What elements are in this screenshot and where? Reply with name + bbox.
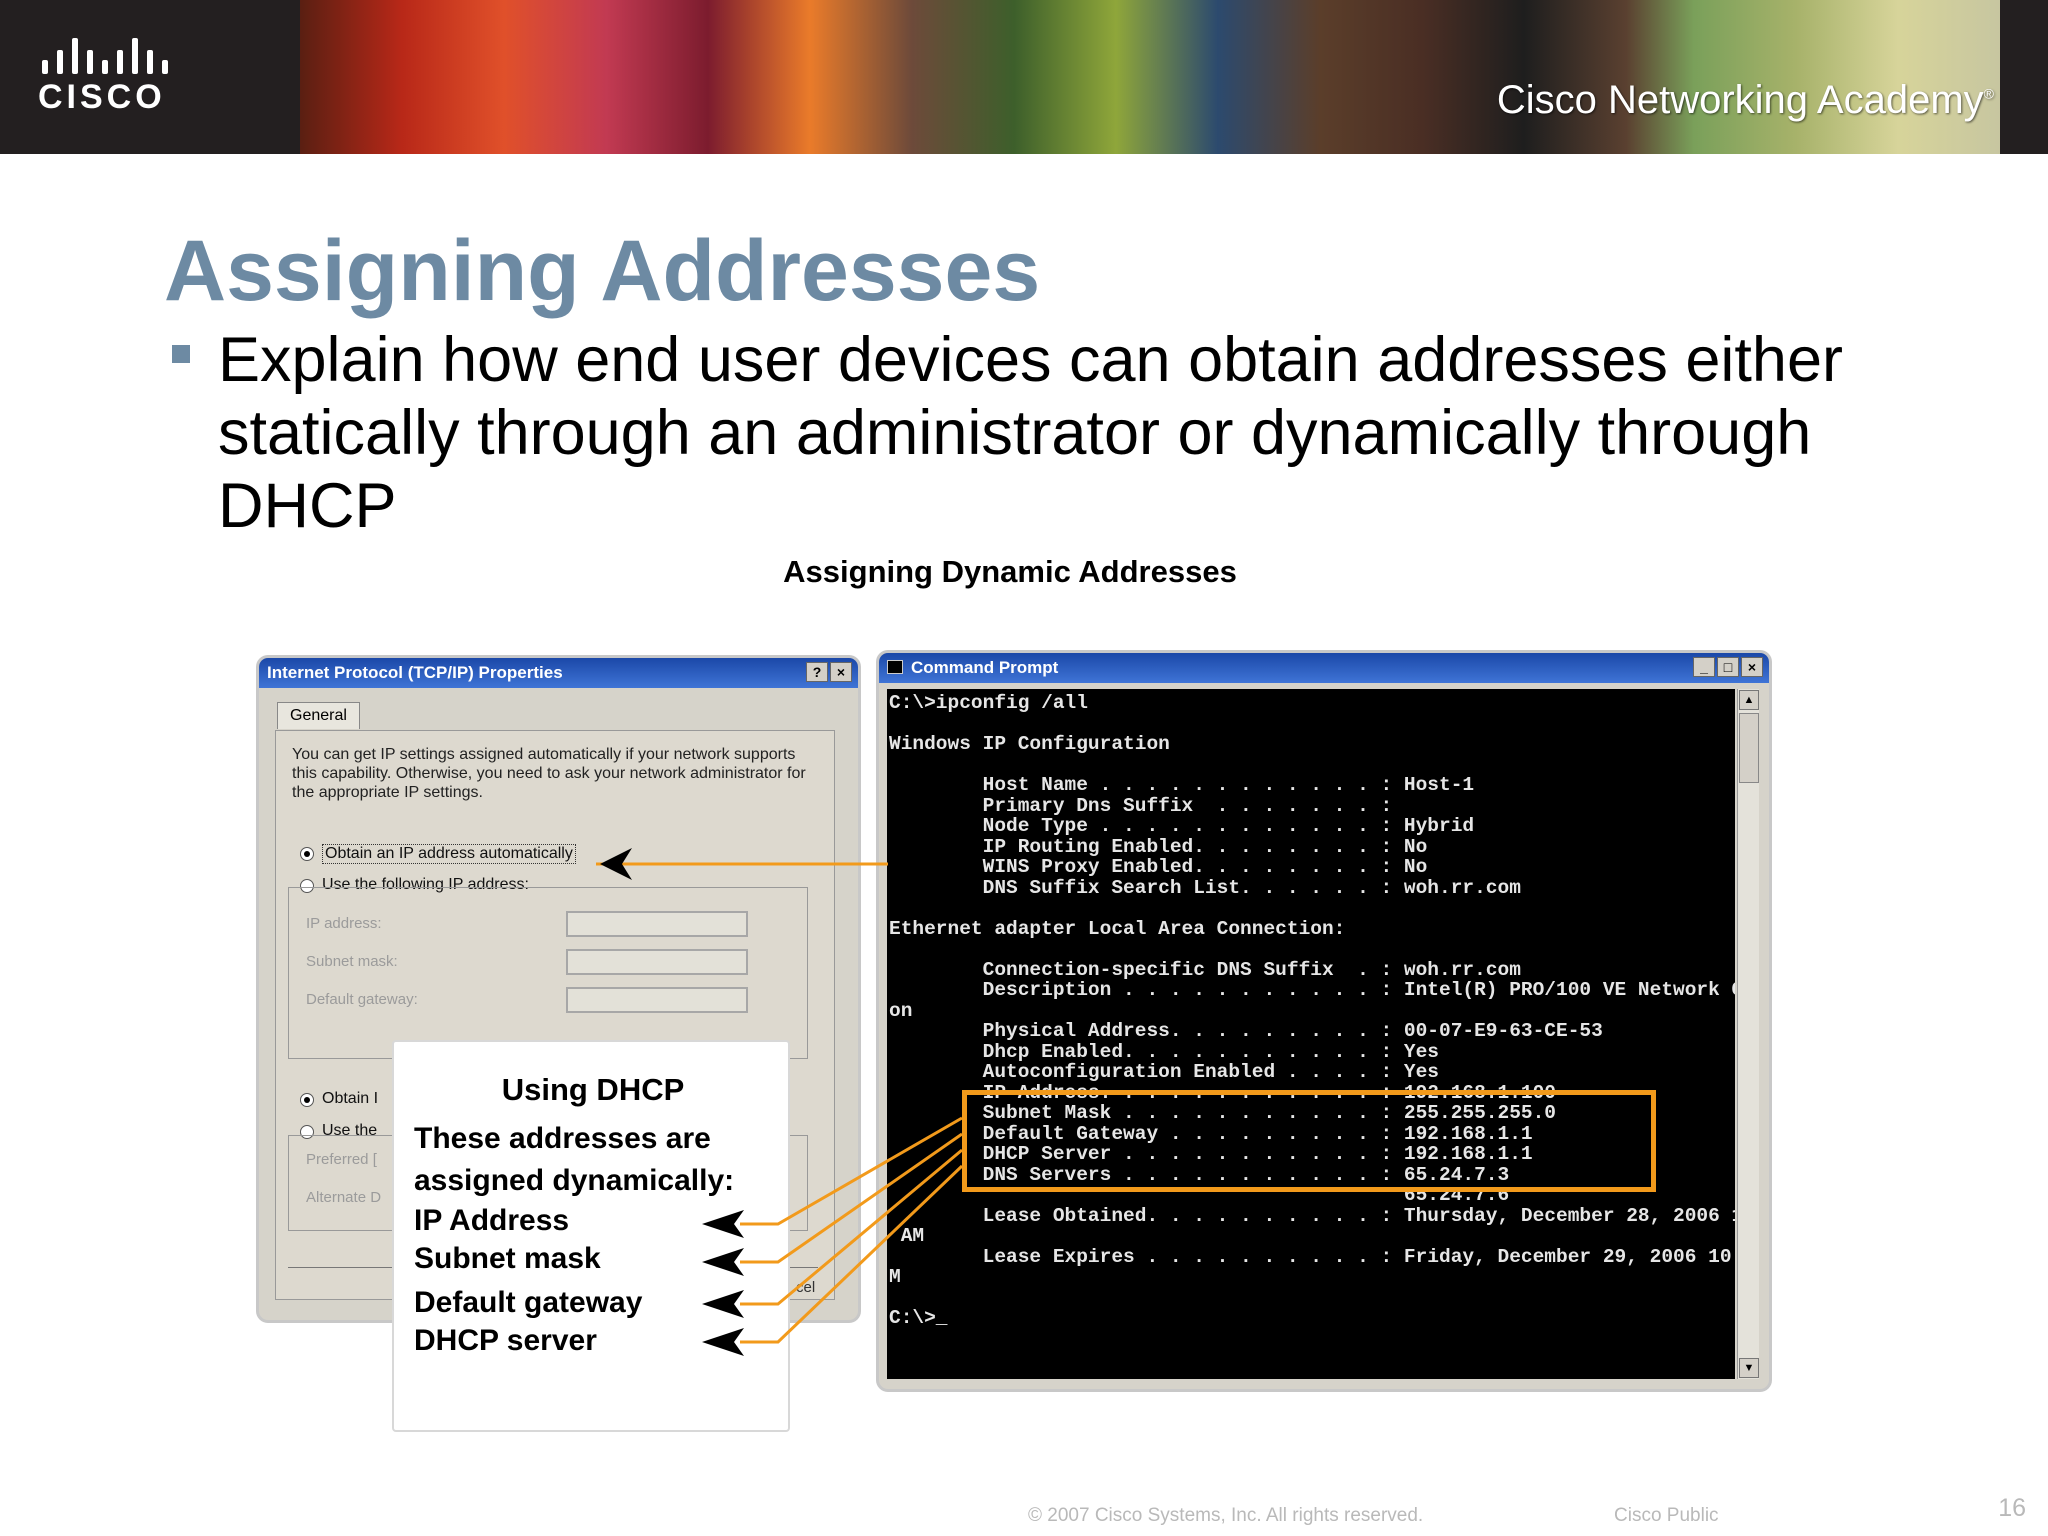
bullet-square-icon [172,345,190,363]
page-number: 16 [1998,1494,2026,1522]
command-prompt-titlebar: Command Prompt _ □ × [879,653,1769,683]
minimize-button[interactable]: _ [1693,657,1715,677]
console-output[interactable]: C:\>ipconfig /all Windows IP Configurati… [887,689,1735,1379]
console-line: Primary Dns Suffix . . . . . . . : [889,794,1393,817]
ip-address-field[interactable] [566,911,748,937]
obtain-ip-auto-label[interactable]: Obtain an IP address automatically [322,844,576,864]
callout-item-dhcp-server: DHCP server [414,1324,597,1357]
console-line: AM [889,1225,925,1247]
default-gateway-field[interactable] [566,987,748,1013]
help-button[interactable]: ? [806,662,828,682]
maximize-button[interactable]: □ [1717,657,1739,677]
scroll-down-icon[interactable]: ▼ [1739,1358,1759,1378]
slide-bullet: Explain how end user devices can obtain … [218,325,1843,541]
header-banner: CISCO Cisco Networking Academy® [0,0,2048,154]
obtain-dns-auto-radio[interactable] [300,1093,314,1107]
cisco-logo-word: CISCO [38,78,166,116]
academy-brand: Cisco Networking Academy® [1497,78,1994,123]
console-line: DNS Suffix Search List. . . . . . : woh.… [889,876,1521,899]
scroll-thumb[interactable] [1739,713,1759,783]
console-line: IP Routing Enabled. . . . . . . . : No [889,835,1428,858]
console-line: Dhcp Enabled. . . . . . . . . . . : Yes [889,1040,1439,1063]
academy-trademark: ® [1983,85,1994,102]
tab-general[interactable]: General [277,702,360,729]
default-gateway-label: Default gateway: [306,991,418,1008]
console-line: C:\>_ [889,1307,948,1329]
console-line: Host Name . . . . . . . . . . . . : Host… [889,774,1475,796]
console-line: Autoconfiguration Enabled . . . . : Yes [889,1061,1439,1083]
console-line: Windows IP Configuration [889,733,1170,755]
slide-title: Assigning Addresses [164,223,1041,319]
figure-caption: Assigning Dynamic Addresses [783,554,1237,589]
cisco-logo: CISCO [38,38,188,118]
console-scrollbar[interactable]: ▲ ▼ [1737,689,1759,1379]
console-line: on [889,999,913,1022]
dialog-titlebar: Internet Protocol (TCP/IP) Properties ? … [259,658,858,688]
ip-address-label: IP address: [306,915,382,932]
preferred-dns-label: Preferred [ [306,1151,377,1168]
obtain-ip-auto-radio[interactable] [300,847,314,861]
console-line: Lease Obtained. . . . . . . . . . : Thur… [889,1204,1735,1227]
console-icon [887,660,903,674]
scroll-up-icon[interactable]: ▲ [1739,690,1759,710]
banner-photo-strip [300,0,2000,154]
dhcp-results-highlight [962,1090,1656,1192]
cancel-button-partial[interactable]: cel [796,1279,815,1296]
console-line: M [889,1266,901,1288]
dialog-description: You can get IP settings assigned automat… [292,746,806,801]
subnet-mask-field[interactable] [566,949,748,975]
academy-brand-text: Cisco Networking Academy [1496,78,1984,122]
console-line: Node Type . . . . . . . . . . . . : Hybr… [889,815,1475,837]
console-line: Physical Address. . . . . . . . . : 00-0… [889,1020,1603,1042]
callout-line-2: assigned dynamically: [414,1164,735,1197]
alternate-dns-label: Alternate D [306,1189,382,1206]
classification: Cisco Public [1614,1505,1719,1526]
close-button[interactable]: × [830,662,852,682]
cisco-logo-bars [42,38,188,74]
callout-heading: Using DHCP [501,1072,685,1107]
subnet-mask-label: Subnet mask: [306,953,398,970]
console-line: Lease Expires . . . . . . . . . . : Frid… [889,1245,1735,1268]
close-button[interactable]: × [1741,657,1763,677]
obtain-dns-auto-label[interactable]: Obtain I [322,1090,378,1108]
callout-item-subnet: Subnet mask [414,1242,601,1275]
console-line: C:\>ipconfig /all [889,692,1088,714]
console-line: Ethernet adapter Local Area Connection: [889,917,1346,940]
callout-item-gateway: Default gateway [414,1286,643,1319]
command-prompt-title: Command Prompt [911,658,1059,677]
callout-line-1: These addresses are [414,1122,711,1155]
using-dhcp-callout: Using DHCP These addresses are assigned … [392,1040,790,1432]
dialog-title: Internet Protocol (TCP/IP) Properties [267,663,563,682]
console-line: Description . . . . . . . . . . . : Inte… [889,979,1735,1001]
console-line: WINS Proxy Enabled. . . . . . . . : No [889,856,1428,878]
copyright: © 2007 Cisco Systems, Inc. All rights re… [1028,1505,1424,1526]
command-prompt-window: Command Prompt _ □ × C:\>ipconfig /all W… [876,650,1772,1392]
callout-item-ip: IP Address [414,1204,570,1237]
console-line: Connection-specific DNS Suffix . : woh.r… [889,958,1521,981]
